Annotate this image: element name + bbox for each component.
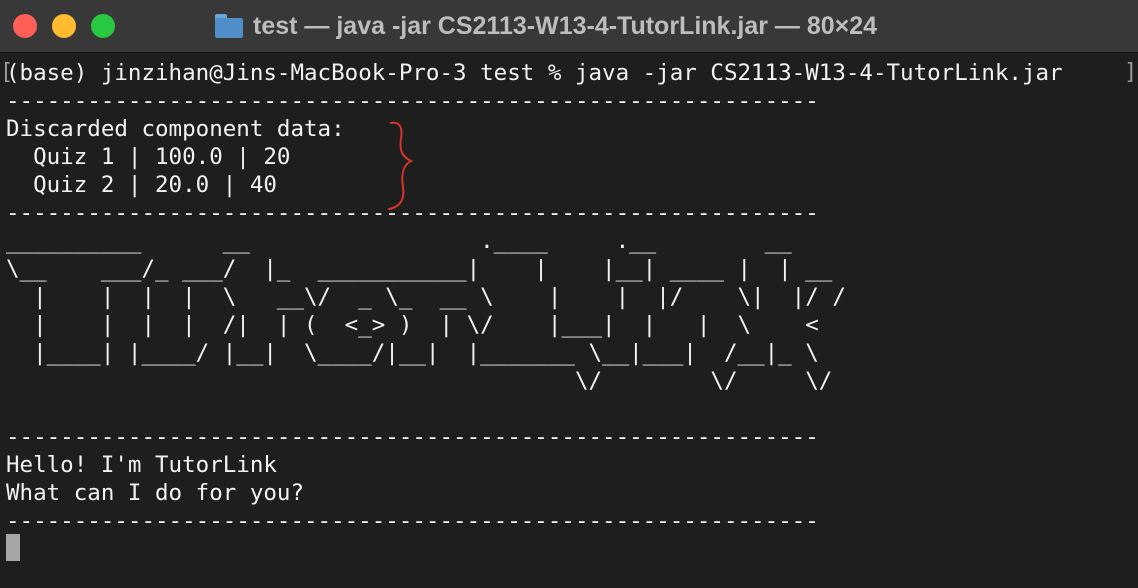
folder-icon	[215, 14, 243, 38]
prompt-question-line: What can I do for you?	[6, 480, 305, 506]
greeting-line: Hello! I'm TutorLink	[6, 452, 277, 478]
separator-line: ----------------------------------------…	[6, 508, 819, 534]
ascii-logo-line: \/ \/ \/	[6, 368, 833, 394]
separator-line: ----------------------------------------…	[6, 424, 819, 450]
discarded-item: Quiz 1 | 100.0 | 20	[6, 144, 291, 170]
terminal-output[interactable]: [ ] (base) jinzihan@Jins-MacBook-Pro-3 t…	[0, 57, 1138, 588]
ascii-logo-line: | | | | /| | ( <_> ) | \/ |___| | | \ <	[6, 312, 819, 338]
ascii-logo-line: | | | | \ __\/ _ \_ __ \ | | |/ \| |/ /	[6, 284, 846, 310]
ascii-logo-line: \__ ___/_ ___/ |_ ___________| | |__| __…	[6, 256, 833, 282]
terminal-window: test — java -jar CS2113-W13-4-TutorLink.…	[0, 0, 1138, 588]
discarded-item: Quiz 2 | 20.0 | 40	[6, 172, 277, 198]
ascii-logo-line: __________ __ .____ .__ __	[6, 228, 792, 254]
separator-line: ----------------------------------------…	[6, 88, 819, 114]
brace-annotation	[388, 121, 414, 210]
discarded-header: Discarded component data:	[6, 116, 345, 142]
command-line: (base) jinzihan@Jins-MacBook-Pro-3 test …	[6, 60, 1063, 86]
close-button[interactable]	[13, 14, 37, 38]
ascii-logo-line: |____| |____/ |__| \____/|__| |_______ \…	[6, 340, 819, 366]
window-title-group: test — java -jar CS2113-W13-4-TutorLink.…	[215, 10, 877, 42]
window-title: test — java -jar CS2113-W13-4-TutorLink.…	[253, 11, 878, 40]
title-bar[interactable]: test — java -jar CS2113-W13-4-TutorLink.…	[0, 0, 1138, 53]
prompt-mark-right: ]	[1124, 60, 1138, 85]
zoom-button[interactable]	[91, 14, 115, 38]
minimize-button[interactable]	[52, 14, 76, 38]
text-cursor	[6, 534, 20, 561]
